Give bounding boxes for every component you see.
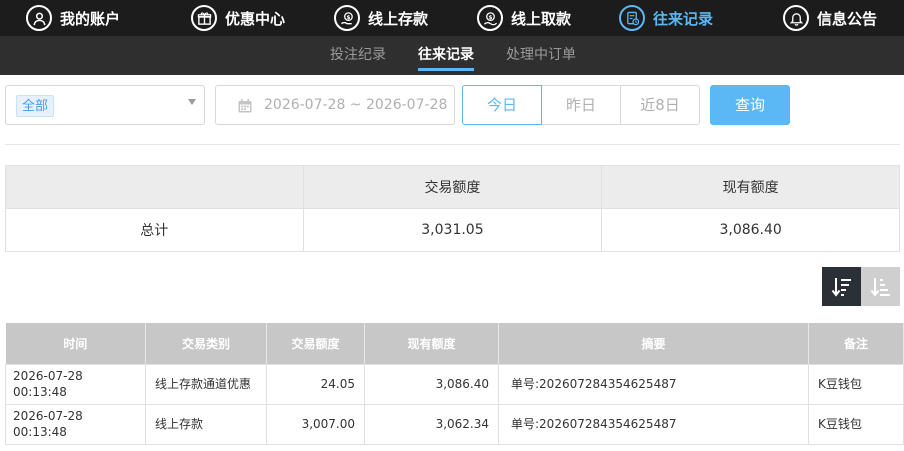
cell-note: K豆钱包 [808,363,904,405]
svg-text:$: $ [488,14,492,20]
summary-total-amount: 3,031.05 [302,208,603,252]
nav-online-deposit[interactable]: $ 线上存款 [334,0,428,36]
nav-label: 线上取款 [511,9,572,28]
col-header-summary[interactable]: 摘要 [498,323,809,364]
nav-my-account[interactable]: 我的账户 [26,0,120,36]
col-header-note[interactable]: 备注 [808,323,904,364]
nav-label: 线上存款 [368,9,429,28]
table-row: 2026-07-28 00:13:48 线上存款 3,007.00 3,062.… [5,403,904,445]
nav-promotions[interactable]: 优惠中心 [191,0,285,36]
selected-type-tag: 全部 [16,95,55,117]
cell-type: 线上存款 [145,403,267,445]
cell-note: K豆钱包 [808,403,904,445]
nav-announcements[interactable]: 信息公告 [783,0,877,36]
nav-transaction-records[interactable]: 往来记录 [619,0,713,36]
svg-text:$: $ [346,14,350,20]
summary-total-label: 总计 [5,208,304,252]
bell-icon [783,5,809,31]
col-header-balance[interactable]: 现有额度 [364,323,499,364]
nav-label: 信息公告 [817,9,878,28]
summary-table: 交易额度 现有额度 总计 3,031.05 3,086.40 [5,165,900,252]
summary-header-balance: 现有额度 [601,165,900,209]
sub-nav: 投注纪录 往来记录 处理中订单 [0,36,904,75]
cell-type: 线上存款通道优惠 [145,363,267,405]
withdraw-icon: $ [477,5,503,31]
nav-label: 优惠中心 [225,9,286,28]
cell-amount: 3,007.00 [266,403,365,445]
col-header-time[interactable]: 时间 [5,323,146,364]
tab-bet-records[interactable]: 投注纪录 [330,36,386,75]
summary-header-amount: 交易额度 [302,165,603,209]
today-button[interactable]: 今日 [462,85,542,125]
date-range-text: 2026-07-28 ~ 2026-07-28 [264,97,448,113]
nav-online-withdraw[interactable]: $ 线上取款 [477,0,571,36]
sort-ascending-icon [870,277,890,297]
col-header-type[interactable]: 交易类别 [145,323,267,364]
nav-label: 往来记录 [653,9,714,28]
divider [5,144,900,145]
summary-total-balance: 3,086.40 [601,208,900,252]
cell-balance: 3,086.40 [364,363,499,405]
top-nav: 我的账户 优惠中心 $ 线上存款 $ 线上取款 往来记录 信息公告 [0,0,904,36]
table-row: 2026-07-28 00:13:48 线上存款通道优惠 24.05 3,086… [5,363,904,405]
last-8-days-button[interactable]: 近8日 [620,85,700,125]
cell-time: 2026-07-28 00:13:48 [5,403,146,445]
cell-balance: 3,062.34 [364,403,499,445]
sort-descending-button[interactable] [822,267,861,306]
records-header-row: 时间 交易类别 交易额度 现有额度 摘要 备注 [5,323,904,364]
deposit-icon: $ [334,5,360,31]
transaction-type-select[interactable]: 全部 [5,85,205,125]
records-table: 时间 交易类别 交易额度 现有额度 摘要 备注 2026-07-28 00:13… [5,323,904,445]
cell-summary: 单号:202607284354625487 [498,363,809,405]
nav-label: 我的账户 [60,9,121,28]
summary-header-row: 交易额度 现有额度 [5,165,900,209]
summary-total-row: 总计 3,031.05 3,086.40 [5,208,900,252]
user-icon [26,5,52,31]
gift-icon [191,5,217,31]
col-header-amount[interactable]: 交易额度 [266,323,365,364]
record-icon [619,5,645,31]
calendar-icon [238,99,252,113]
tab-pending-orders[interactable]: 处理中订单 [506,36,576,75]
yesterday-button[interactable]: 昨日 [541,85,621,125]
summary-header-blank [5,165,304,209]
tab-transaction-records[interactable]: 往来记录 [418,36,474,75]
cell-summary: 单号:202607284354625487 [498,403,809,445]
caret-down-icon [188,99,196,105]
query-button[interactable]: 查询 [710,85,790,125]
date-range-picker[interactable]: 2026-07-28 ~ 2026-07-28 [215,85,455,125]
sort-descending-icon [831,277,851,297]
cell-time: 2026-07-28 00:13:48 [5,363,146,405]
cell-amount: 24.05 [266,363,365,405]
sort-ascending-button[interactable] [861,267,900,306]
